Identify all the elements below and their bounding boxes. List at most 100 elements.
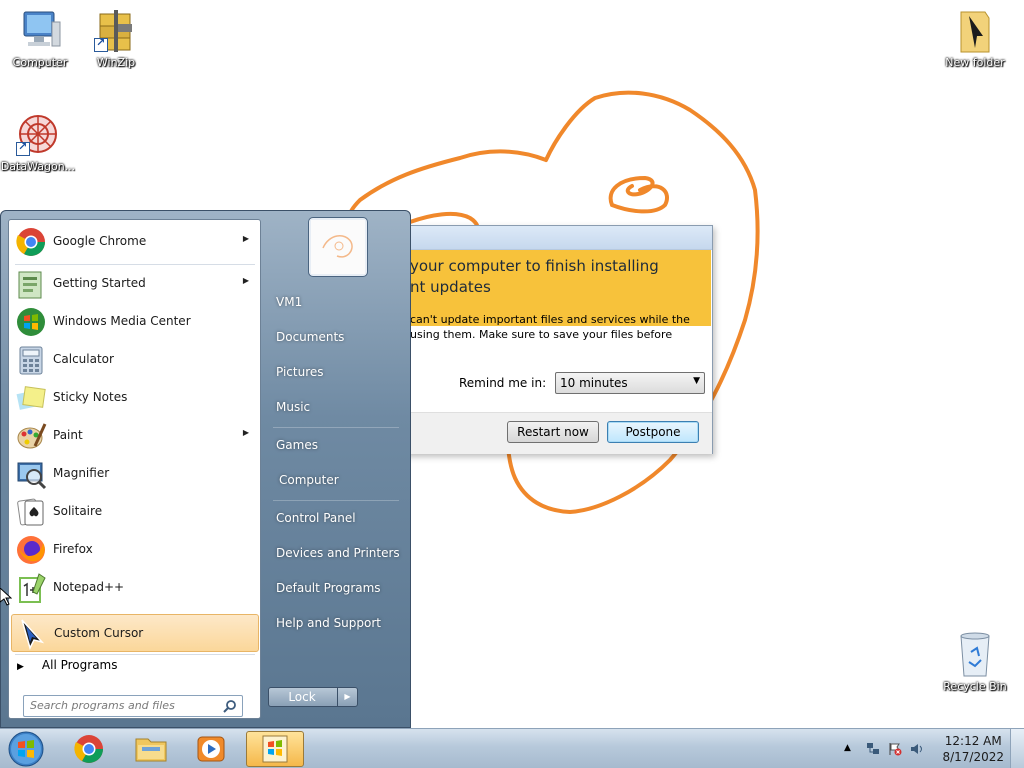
start-menu-right-pane: VM1 Documents Pictures Music Games Compu… (263, 211, 410, 727)
all-programs-link[interactable]: ▶ All Programs (17, 658, 118, 672)
right-link-help-and-support[interactable]: Help and Support (276, 616, 381, 630)
recycle-bin-icon (951, 632, 999, 678)
chrome-icon (74, 735, 103, 763)
dialog-body-line2: using them. Make sure to save your files… (410, 328, 673, 341)
expand-arrow-icon: ▶ (17, 662, 24, 672)
dialog-headline-line1: your computer to finish installing (410, 257, 659, 275)
notepadpp-icon (15, 572, 47, 604)
remind-label: Remind me in: (459, 376, 547, 390)
program-item-google-chrome[interactable]: Google Chrome ▶ (11, 224, 259, 260)
taskbar-media-player-button[interactable] (182, 731, 240, 767)
separator (15, 264, 255, 265)
desktop-icon-recycle-bin[interactable]: Recycle Bin (937, 632, 1013, 693)
right-link-default-programs[interactable]: Default Programs (276, 581, 381, 595)
taskbar-windows-update-button[interactable] (246, 731, 304, 767)
shortcut-arrow-icon (16, 140, 30, 156)
program-label: Notepad++ (53, 580, 125, 594)
volume-icon[interactable] (910, 742, 924, 756)
datawagon-icon (14, 112, 62, 158)
program-label: Calculator (53, 352, 114, 366)
taskbar-explorer-button[interactable] (122, 731, 180, 767)
desktop-icon-computer[interactable]: Computer (2, 8, 78, 69)
separator (15, 654, 255, 655)
shortcut-arrow-icon (94, 36, 108, 52)
system-tray: ▲ 12:12 AM 8/17/2022 (834, 729, 1024, 768)
paint-icon (15, 420, 47, 452)
program-item-notepad-plus-plus[interactable]: Notepad++ (11, 570, 259, 606)
user-avatar[interactable] (309, 218, 367, 276)
program-item-paint[interactable]: Paint ▶ (11, 418, 259, 454)
clock-date: 8/17/2022 (942, 750, 1004, 764)
calculator-icon (15, 344, 47, 376)
program-item-calculator[interactable]: Calculator (11, 342, 259, 378)
program-label: Magnifier (53, 466, 110, 480)
start-search-input[interactable]: Search programs and files (23, 695, 243, 717)
power-options-arrow-icon[interactable]: ▶ (337, 688, 357, 706)
getting-started-icon (15, 268, 47, 300)
separator (273, 427, 399, 428)
dialog-body: can't update important files and service… (410, 312, 710, 342)
action-center-flag-icon[interactable] (888, 742, 902, 756)
program-label: Firefox (53, 542, 93, 556)
desktop-icon-label: Recycle Bin (943, 680, 1007, 693)
program-item-getting-started[interactable]: Getting Started ▶ (11, 266, 259, 302)
desktop-icon-new-folder[interactable]: New folder (937, 8, 1013, 69)
clock[interactable]: 12:12 AM 8/17/2022 (942, 733, 1004, 765)
show-hidden-icons-icon[interactable]: ▲ (844, 743, 858, 757)
submenu-arrow-icon: ▶ (242, 276, 249, 285)
right-link-documents[interactable]: Documents (276, 330, 344, 344)
computer-icon (16, 8, 64, 54)
right-link-computer[interactable]: Computer (279, 473, 339, 487)
program-label: Solitaire (53, 504, 103, 518)
dialog-headline-line2: nt updates (410, 278, 491, 296)
right-link-user[interactable]: VM1 (276, 295, 302, 309)
start-menu-programs-pane: Google Chrome ▶ Getting Started ▶ Window… (8, 219, 261, 719)
start-orb-icon[interactable] (6, 730, 46, 768)
search-placeholder: Search programs and files (30, 699, 175, 712)
desktop-icon-label: WinZip (96, 56, 136, 69)
remind-interval-select[interactable]: 10 minutes ▼ (555, 372, 705, 394)
right-link-control-panel[interactable]: Control Panel (276, 511, 356, 525)
desktop-icon-datawagon[interactable]: DataWagon... (0, 112, 76, 173)
program-item-sticky-notes[interactable]: Sticky Notes (11, 380, 259, 416)
restart-now-button[interactable]: Restart now (507, 421, 599, 443)
program-item-windows-media-center[interactable]: Windows Media Center (11, 304, 259, 340)
dialog-titlebar[interactable] (405, 226, 712, 250)
media-center-icon (15, 306, 47, 338)
program-item-magnifier[interactable]: Magnifier (11, 456, 259, 492)
right-link-games[interactable]: Games (276, 438, 318, 452)
desktop-icon-label: DataWagon... (0, 160, 76, 173)
postpone-button[interactable]: Postpone (607, 421, 699, 443)
program-item-firefox[interactable]: Firefox (11, 532, 259, 568)
show-desktop-button[interactable] (1010, 729, 1024, 768)
program-label: Custom Cursor (54, 626, 144, 640)
right-link-pictures[interactable]: Pictures (276, 365, 324, 379)
lock-button[interactable]: Lock ▶ (268, 687, 358, 707)
program-label: Getting Started (53, 276, 146, 290)
right-link-music[interactable]: Music (276, 400, 310, 414)
lock-label: Lock (288, 690, 316, 704)
remind-interval-value: 10 minutes (560, 376, 628, 390)
desktop-icon-label: New folder (945, 56, 1005, 69)
folder-icon (951, 8, 999, 54)
network-icon[interactable] (866, 742, 880, 756)
windows-update-restart-dialog: your computer to finish installing nt up… (404, 225, 713, 454)
program-item-solitaire[interactable]: Solitaire (11, 494, 259, 530)
explorer-icon (135, 738, 167, 762)
taskbar-chrome-button[interactable] (60, 731, 118, 767)
media-player-icon (197, 736, 225, 762)
program-label: Paint (53, 428, 83, 442)
program-label: Windows Media Center (53, 314, 191, 328)
right-link-devices-and-printers[interactable]: Devices and Printers (276, 546, 400, 560)
sticky-notes-icon (15, 382, 47, 414)
mouse-pointer-icon (0, 588, 12, 606)
clock-time: 12:12 AM (944, 734, 1002, 748)
program-item-custom-cursor[interactable]: Custom Cursor (11, 614, 259, 652)
search-icon[interactable] (223, 699, 237, 713)
desktop-icon-winzip[interactable]: WinZip (78, 8, 154, 69)
program-label: Sticky Notes (53, 390, 128, 404)
dialog-footer: Restart now Postpone (405, 412, 712, 454)
magnifier-icon (15, 458, 47, 490)
solitaire-icon (15, 496, 47, 528)
all-programs-label: All Programs (41, 658, 118, 672)
